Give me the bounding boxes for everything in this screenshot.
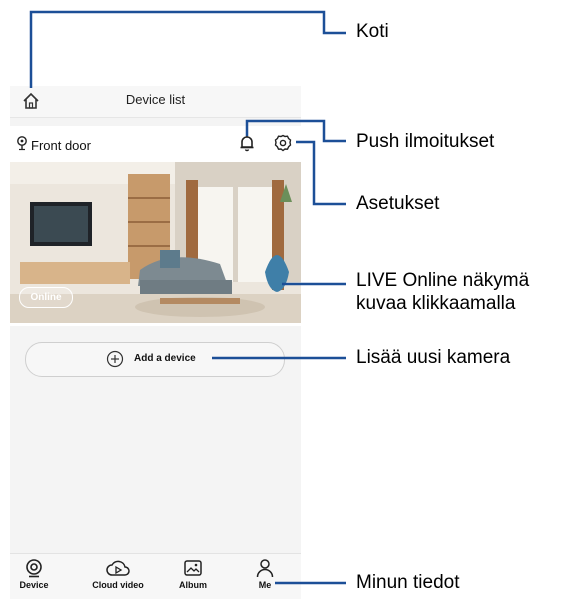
callout-push: Push ilmoitukset	[356, 131, 495, 152]
callout-live-line1: LIVE Online näkymä	[356, 270, 530, 291]
callout-settings: Asetukset	[356, 193, 440, 214]
callout-add-camera: Lisää uusi kamera	[356, 347, 511, 368]
callout-line-push	[245, 119, 346, 143]
callout-home: Koti	[356, 21, 389, 42]
callout-line-settings	[296, 140, 346, 206]
callout-live-line2: kuvaa klikkaamalla	[356, 293, 516, 314]
callout-line-home	[29, 10, 346, 88]
callout-my-info: Minun tiedot	[356, 572, 460, 593]
